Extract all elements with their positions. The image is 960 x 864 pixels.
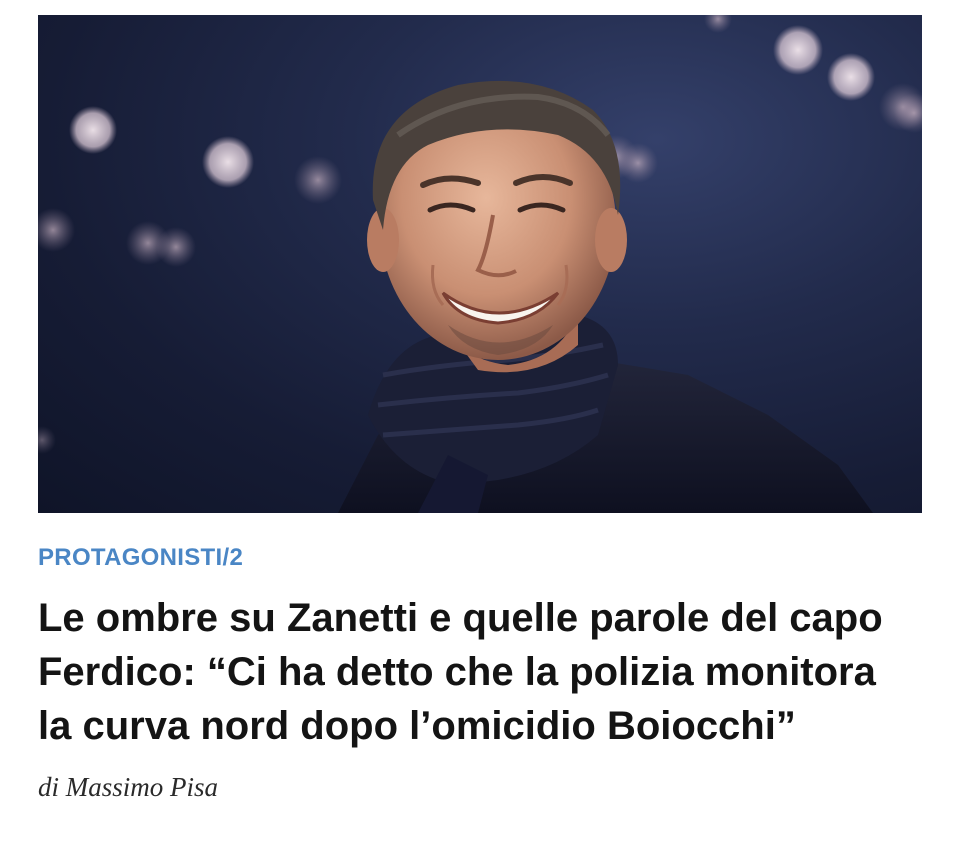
article-hero-image[interactable] [38, 15, 922, 513]
article-headline[interactable]: Le ombre su Zanetti e quelle parole del … [38, 591, 918, 753]
article-kicker[interactable]: PROTAGONISTI/2 [38, 543, 922, 573]
hero-photo [38, 15, 922, 513]
article-card[interactable]: PROTAGONISTI/2 Le ombre su Zanetti e que… [38, 15, 922, 803]
article-byline: di Massimo Pisa [38, 772, 219, 802]
